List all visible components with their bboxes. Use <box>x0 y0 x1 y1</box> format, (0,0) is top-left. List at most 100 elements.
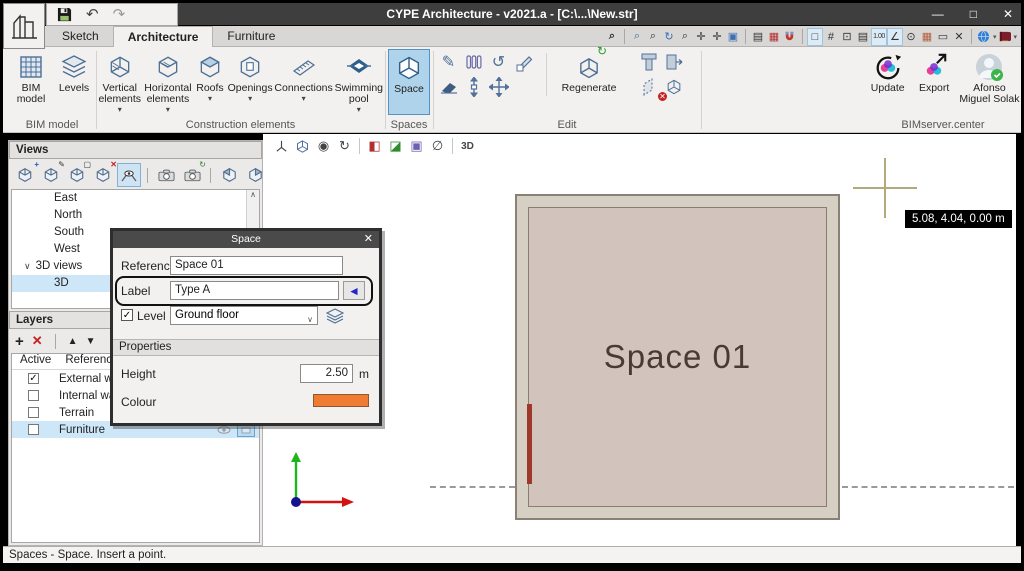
active-checkbox[interactable] <box>28 407 39 418</box>
edit-segment-icon[interactable] <box>511 49 536 74</box>
label-back-button[interactable]: ◄ <box>343 281 365 300</box>
export-button[interactable]: Export <box>912 49 955 105</box>
view-visibility-icon[interactable] <box>117 163 141 187</box>
move-layer-down-icon[interactable]: ▼ <box>86 336 96 347</box>
colour-swatch[interactable] <box>313 394 369 407</box>
connections-button[interactable]: Connections ▾ <box>275 49 333 114</box>
eraser-icon[interactable] <box>436 74 461 99</box>
maximize-button[interactable]: □ <box>970 7 977 21</box>
roofs-button[interactable]: Roofs ▾ <box>194 49 225 114</box>
grid-icon[interactable]: # <box>823 28 839 46</box>
ortho-icon[interactable]: □ <box>807 28 823 46</box>
layer-visibility-eye-icon[interactable] <box>217 426 231 434</box>
edit-view-icon[interactable]: ✎ <box>39 163 63 187</box>
levels-button[interactable]: Levels <box>54 49 94 105</box>
cube-view-icon[interactable] <box>292 136 313 156</box>
app-logo[interactable] <box>3 3 45 49</box>
camera-icon[interactable] <box>154 163 178 187</box>
active-checkbox[interactable] <box>28 390 39 401</box>
space-room[interactable]: Space 01 <box>528 207 827 507</box>
active-checkbox[interactable] <box>28 424 39 435</box>
dialog-close-icon[interactable]: ✕ <box>364 231 373 248</box>
dropdown-chevron-icon[interactable]: ∨ <box>307 311 313 328</box>
active-checkbox[interactable]: ✓ <box>28 373 39 384</box>
tools-icon[interactable]: ✕ <box>951 28 967 46</box>
add-layer-icon[interactable]: + <box>15 333 24 350</box>
dxf-layers-icon[interactable]: ▦ <box>766 28 782 46</box>
level-stack-icon[interactable] <box>325 308 345 324</box>
move-node-icon[interactable] <box>461 74 486 99</box>
view-item-north[interactable]: North <box>12 207 259 224</box>
orbit-icon[interactable]: ◉ <box>313 136 334 156</box>
delete-model-icon[interactable]: ✕ <box>661 74 686 99</box>
dimensions-icon[interactable]: 1.00 <box>871 28 887 46</box>
globe-icon[interactable] <box>976 28 992 46</box>
chevron-down-icon[interactable]: ∨ <box>24 261 31 271</box>
undo-icon[interactable]: ↶ <box>86 7 99 22</box>
duplicate-view-icon[interactable]: ▢ <box>65 163 89 187</box>
zoom-previous-icon[interactable]: ⌕ <box>677 28 693 46</box>
dxf-template-icon[interactable]: ▤ <box>750 28 766 46</box>
save-icon[interactable] <box>57 7 72 22</box>
new-view-icon[interactable]: + <box>13 163 37 187</box>
zoom-window-icon[interactable]: ⌕ <box>629 28 645 46</box>
floor-plan-space[interactable]: Space 01 <box>515 194 840 520</box>
reference-input[interactable]: Space 01 <box>170 256 343 275</box>
clock-icon[interactable]: ⊙ <box>903 28 919 46</box>
rotate-icon[interactable]: ↺ <box>486 49 511 74</box>
space-button[interactable]: Space <box>388 49 430 115</box>
bim-model-button[interactable]: BIM model <box>10 49 52 105</box>
help-book-icon[interactable] <box>996 28 1012 46</box>
tab-architecture[interactable]: Architecture <box>113 26 214 47</box>
section-view-a-icon[interactable] <box>217 163 241 187</box>
report-icon[interactable]: ▦ <box>919 28 935 46</box>
section-plane-icon[interactable]: ◧ <box>364 136 385 156</box>
move-layer-up-icon[interactable]: ▲ <box>68 336 78 347</box>
tab-furniture[interactable]: Furniture <box>213 26 289 47</box>
vertical-elements-button[interactable]: Vertical elements ▾ <box>98 49 142 114</box>
redraw-icon[interactable]: ↻ <box>661 28 677 46</box>
camera-copy-icon[interactable]: ↻ <box>180 163 204 187</box>
comment-icon[interactable]: ▭ <box>935 28 951 46</box>
search-icon[interactable]: ⌕ <box>604 28 620 46</box>
tab-sketch[interactable]: Sketch <box>48 26 113 47</box>
rotate-view-icon[interactable]: ↻ <box>334 136 355 156</box>
dialog-title-bar[interactable]: Space ✕ <box>113 231 379 248</box>
view-item-east[interactable]: East <box>12 190 259 207</box>
level-checkbox[interactable]: ✓ <box>121 309 133 321</box>
move-display-icon[interactable]: ✛ <box>709 28 725 46</box>
edit-pencil-icon[interactable]: ✎ <box>436 49 461 74</box>
section-fill-icon[interactable]: ◪ <box>385 136 406 156</box>
angle-icon[interactable]: ∠ <box>887 28 903 46</box>
export-element-icon[interactable] <box>661 49 686 74</box>
array-icon[interactable] <box>461 49 486 74</box>
pan-icon[interactable]: ✛ <box>693 28 709 46</box>
minimize-button[interactable]: — <box>932 7 944 21</box>
help-dropdown-icon[interactable]: ▾ <box>1013 33 1017 41</box>
height-input[interactable]: 2.50 <box>300 364 353 383</box>
swimming-pool-button[interactable]: Swimming pool ▾ <box>335 49 383 114</box>
object-snap-icon[interactable]: ⊡ <box>839 28 855 46</box>
snap-magnet-icon[interactable] <box>782 28 798 46</box>
horizontal-elements-button[interactable]: Horizontal elements ▾ <box>144 49 193 114</box>
keyboard-coordinates-icon[interactable]: ▤ <box>855 28 871 46</box>
rotate-3d-icon[interactable]: 3D <box>457 136 478 156</box>
regenerate-button[interactable]: ↻ Regenerate <box>554 49 624 99</box>
levels-icon <box>60 51 88 83</box>
user-account-button[interactable]: Afonso Miguel Solak <box>958 49 1021 105</box>
level-dropdown[interactable]: Ground floor ∨ <box>170 306 318 325</box>
zoom-scale-icon[interactable]: ⌕ <box>645 28 661 46</box>
redo-icon[interactable]: ↷ <box>113 7 126 22</box>
openings-button[interactable]: Openings ▾ <box>228 49 273 114</box>
move-free-icon[interactable] <box>486 74 511 99</box>
window-fit-icon[interactable]: ▣ <box>406 136 427 156</box>
delete-layer-icon[interactable]: ✕ <box>32 333 43 349</box>
full-screen-icon[interactable]: ▣ <box>725 28 741 46</box>
axes-icon[interactable] <box>271 136 292 156</box>
column-icon[interactable] <box>636 49 661 74</box>
close-button[interactable]: ✕ <box>1003 7 1013 21</box>
update-button[interactable]: Update <box>865 49 910 105</box>
hide-elements-icon[interactable]: ∅ <box>427 136 448 156</box>
label-input[interactable]: Type A <box>170 281 339 300</box>
delete-view-icon[interactable]: ✕ <box>91 163 115 187</box>
